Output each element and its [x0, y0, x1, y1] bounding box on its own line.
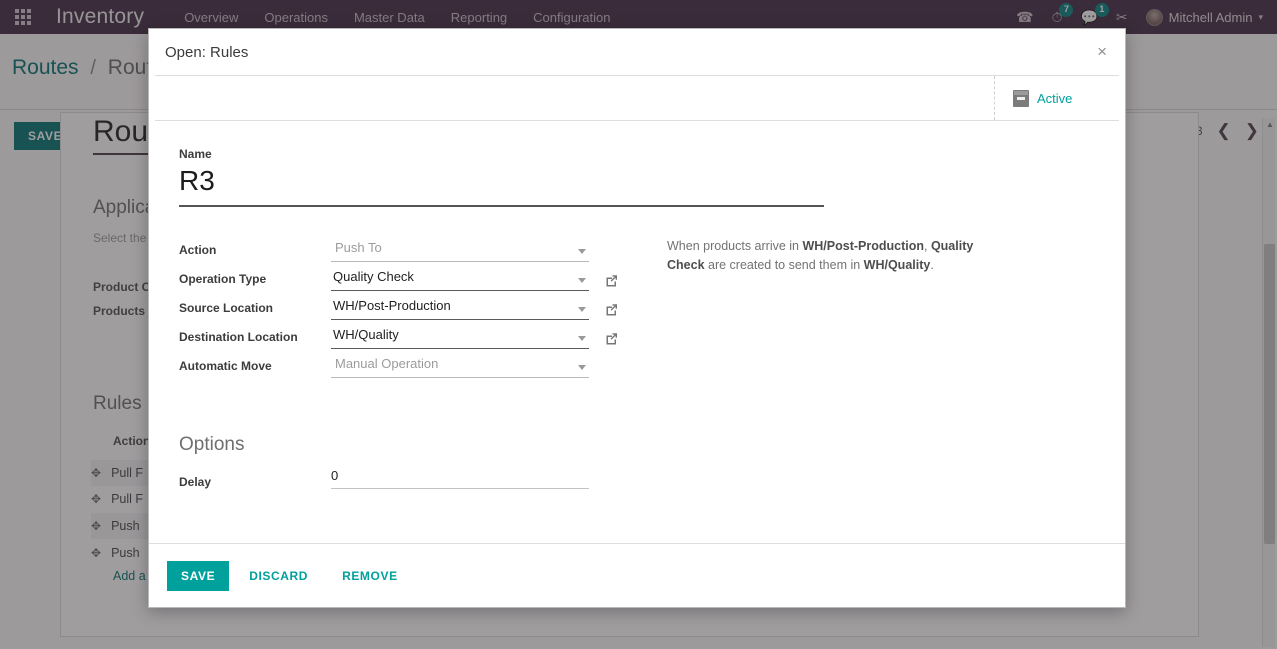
open-rules-dialog: Open: Rules × Active Name R3 Action Push… — [148, 28, 1126, 608]
chevron-down-icon[interactable] — [578, 249, 586, 255]
name-field-label: Name — [179, 147, 212, 161]
action-select[interactable]: Push To — [331, 239, 589, 263]
help-bold-destination: WH/Quality — [863, 258, 931, 273]
help-part-2: , — [924, 239, 931, 254]
destination-location-select[interactable]: WH/Quality — [331, 326, 589, 350]
stat-button-box: Active — [155, 75, 1119, 121]
close-icon[interactable]: × — [1091, 41, 1113, 62]
field-row-source-location: Source Location WH/Post-Production — [179, 291, 649, 321]
screen-root: Inventory Overview Operations Master Dat… — [0, 0, 1277, 649]
field-label-operation-type: Operation Type — [179, 272, 267, 287]
form-columns: Action Push To Operation Type Quality Ch… — [179, 233, 1095, 379]
stat-button-box-filler — [155, 76, 995, 120]
name-field-group: Name R3 — [179, 147, 824, 208]
field-row-automatic-move: Automatic Move Manual Operation — [179, 349, 649, 379]
dialog-title: Open: Rules — [165, 43, 249, 61]
field-row-operation-type: Operation Type Quality Check — [179, 262, 649, 292]
dialog-footer: SAVE DISCARD REMOVE — [149, 543, 1125, 607]
dialog-body: Active Name R3 Action Push To Operation … — [149, 75, 1125, 543]
field-label-destination-location: Destination Location — [179, 330, 298, 345]
dialog-form: Name R3 Action Push To Operation Type Qu… — [149, 121, 1125, 490]
dialog-save-button[interactable]: SAVE — [167, 560, 230, 591]
field-label-source-location: Source Location — [179, 301, 274, 316]
chevron-down-icon[interactable] — [578, 336, 586, 342]
help-bold-source: WH/Post-Production — [802, 239, 924, 254]
operation-type-value: Quality Check — [331, 268, 589, 292]
open-external-icon[interactable] — [605, 332, 618, 345]
automatic-move-value: Manual Operation — [331, 355, 589, 379]
destination-location-value: WH/Quality — [331, 326, 589, 350]
help-part-3: are created to send them in — [704, 258, 864, 273]
chevron-down-icon[interactable] — [578, 365, 586, 371]
action-value: Push To — [331, 239, 589, 263]
field-row-destination-location: Destination Location WH/Quality — [179, 320, 649, 350]
rule-description-text: When products arrive in WH/Post-Producti… — [667, 237, 997, 275]
field-label-action: Action — [179, 243, 217, 258]
dialog-remove-button[interactable]: REMOVE — [328, 561, 412, 591]
stat-button-label: Active — [1037, 90, 1073, 106]
form-right-column: When products arrive in WH/Post-Producti… — [649, 233, 1095, 378]
help-part-4: . — [930, 258, 934, 273]
delay-value: 0 — [331, 468, 589, 490]
field-label-automatic-move: Automatic Move — [179, 359, 272, 374]
delay-input[interactable]: 0 — [331, 468, 589, 490]
source-location-value: WH/Post-Production — [331, 297, 589, 321]
open-external-icon[interactable] — [605, 303, 618, 316]
dialog-discard-button[interactable]: DISCARD — [235, 561, 322, 591]
stat-button-active[interactable]: Active — [995, 76, 1119, 120]
chevron-down-icon[interactable] — [578, 278, 586, 284]
operation-type-select[interactable]: Quality Check — [331, 268, 589, 292]
archive-box-icon — [1013, 89, 1029, 107]
field-row-delay: Delay 0 — [179, 468, 1095, 490]
name-input[interactable]: R3 — [179, 165, 824, 208]
options-heading: Options — [179, 434, 245, 456]
chevron-down-icon[interactable] — [578, 307, 586, 313]
field-row-action: Action Push To — [179, 233, 649, 263]
field-label-delay: Delay — [179, 475, 212, 490]
form-left-column: Action Push To Operation Type Quality Ch… — [179, 233, 649, 379]
dialog-header: Open: Rules × — [149, 29, 1125, 75]
help-part-1: When products arrive in — [667, 239, 803, 254]
open-external-icon[interactable] — [605, 274, 618, 287]
automatic-move-select[interactable]: Manual Operation — [331, 355, 589, 379]
source-location-select[interactable]: WH/Post-Production — [331, 297, 589, 321]
